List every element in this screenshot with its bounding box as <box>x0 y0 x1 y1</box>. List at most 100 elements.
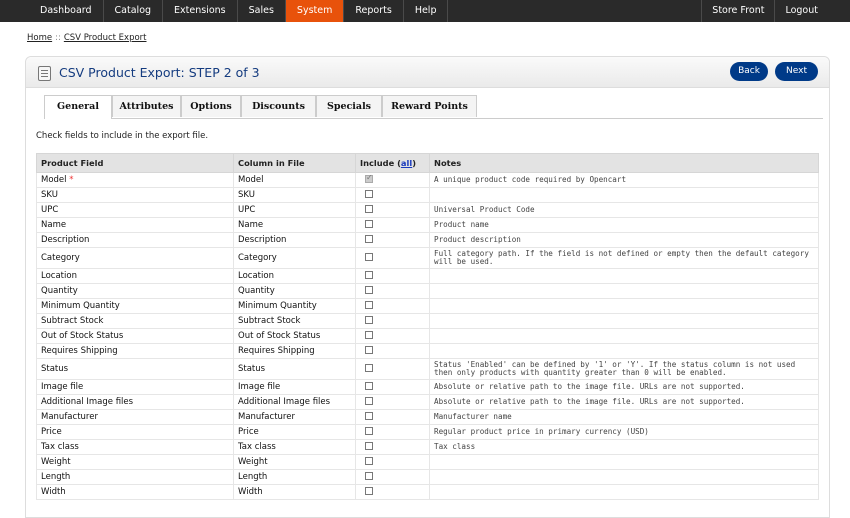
tab-options[interactable]: Options <box>181 95 241 117</box>
include-checkbox[interactable] <box>365 456 373 465</box>
tab-attributes[interactable]: Attributes <box>112 95 181 117</box>
column-in-file-cell: Requires Shipping <box>233 343 356 359</box>
notes-cell <box>429 328 819 344</box>
include-checkbox[interactable] <box>365 285 373 294</box>
breadcrumb-home[interactable]: Home <box>27 33 52 43</box>
product-field-name: Quantity <box>41 286 78 296</box>
nav-extensions[interactable]: Extensions <box>163 0 238 22</box>
table-row: Width Width <box>36 484 819 500</box>
nav-dashboard[interactable]: Dashboard <box>0 0 104 22</box>
include-checkbox[interactable] <box>365 330 373 339</box>
include-checkbox[interactable] <box>365 270 373 279</box>
include-checkbox[interactable] <box>365 219 373 228</box>
include-checkbox[interactable] <box>365 396 373 405</box>
logout-link[interactable]: Logout <box>774 0 828 22</box>
nav-catalog[interactable]: Catalog <box>104 0 164 22</box>
product-field-cell: Weight <box>36 454 234 470</box>
column-in-file-cell: Subtract Stock <box>233 313 356 329</box>
column-in-file-cell: Manufacturer <box>233 409 356 425</box>
include-cell <box>355 328 430 344</box>
include-checkbox[interactable] <box>365 381 373 390</box>
product-field-name: Manufacturer <box>41 412 98 422</box>
back-button[interactable]: Back <box>730 62 768 81</box>
content-panel: CSV Product Export: STEP 2 of 3 Back Nex… <box>25 56 830 518</box>
table-row: Minimum Quantity Minimum Quantity <box>36 298 819 314</box>
tab-reward-points[interactable]: Reward Points <box>382 95 477 117</box>
product-field-cell: Category <box>36 247 234 269</box>
column-in-file-cell: UPC <box>233 202 356 218</box>
product-field-name: Additional Image files <box>41 397 134 407</box>
product-field-name: Name <box>41 220 67 230</box>
product-field-cell: Location <box>36 268 234 284</box>
include-cell <box>355 313 430 329</box>
notes-cell: Product name <box>429 217 819 233</box>
column-in-file-cell: Price <box>233 424 356 440</box>
product-field-name: Model <box>41 175 67 185</box>
column-in-file-cell: Width <box>233 484 356 500</box>
column-in-file-cell: Quantity <box>233 283 356 299</box>
breadcrumb-current[interactable]: CSV Product Export <box>64 33 147 43</box>
product-field-name: Out of Stock Status <box>41 331 124 341</box>
include-checkbox[interactable] <box>365 363 373 372</box>
header-column-in-file: Column in File <box>233 153 356 173</box>
include-checkbox[interactable] <box>365 252 373 261</box>
tab-general[interactable]: General <box>44 95 112 119</box>
product-field-name: Category <box>41 253 80 263</box>
table-row: Manufacturer Manufacturer Manufacturer nam… <box>36 409 819 425</box>
document-icon <box>38 66 51 81</box>
include-checkbox[interactable] <box>365 300 373 309</box>
table-row: UPC UPC Universal Product Code <box>36 202 819 218</box>
include-checkbox[interactable] <box>365 174 373 183</box>
include-cell <box>355 232 430 248</box>
nav-reports[interactable]: Reports <box>344 0 404 22</box>
include-checkbox[interactable] <box>365 411 373 420</box>
product-field-cell: Requires Shipping <box>36 343 234 359</box>
table-row: Out of Stock Status Out of Stock Status <box>36 328 819 344</box>
store-front-link[interactable]: Store Front <box>701 0 774 22</box>
column-in-file-cell: Out of Stock Status <box>233 328 356 344</box>
include-checkbox[interactable] <box>365 486 373 495</box>
include-checkbox[interactable] <box>365 234 373 243</box>
notes-cell: Tax class <box>429 439 819 455</box>
include-checkbox[interactable] <box>365 189 373 198</box>
nav-system[interactable]: System <box>285 0 345 22</box>
include-cell <box>355 298 430 314</box>
include-checkbox[interactable] <box>365 345 373 354</box>
instruction-text: Check fields to include in the export fi… <box>36 131 209 141</box>
table-row: Quantity Quantity <box>36 283 819 299</box>
product-field-cell: Minimum Quantity <box>36 298 234 314</box>
product-field-cell: SKU <box>36 187 234 203</box>
product-field-name: SKU <box>41 190 58 200</box>
notes-cell <box>429 283 819 299</box>
product-field-name: Subtract Stock <box>41 316 104 326</box>
tab-discounts[interactable]: Discounts <box>241 95 316 117</box>
select-all-link[interactable]: all <box>401 158 412 168</box>
notes-cell: Absolute or relative path to the image f… <box>429 394 819 410</box>
notes-cell: Full category path. If the field is not … <box>429 247 819 269</box>
include-checkbox[interactable] <box>365 426 373 435</box>
nav-help[interactable]: Help <box>404 0 449 22</box>
include-checkbox[interactable] <box>365 315 373 324</box>
product-field-cell: Description <box>36 232 234 248</box>
table-row: SKU SKU <box>36 187 819 203</box>
include-checkbox[interactable] <box>365 204 373 213</box>
tab-specials[interactable]: Specials <box>316 95 382 117</box>
product-field-cell: Length <box>36 469 234 485</box>
notes-cell: Manufacturer name <box>429 409 819 425</box>
tab-bar: General Attributes Options Discounts Spe… <box>44 95 823 119</box>
column-in-file-cell: Tax class <box>233 439 356 455</box>
product-field-cell: Model * <box>36 172 234 188</box>
include-cell <box>355 469 430 485</box>
notes-cell: Status 'Enabled' can be defined by '1' o… <box>429 358 819 380</box>
column-in-file-cell: Minimum Quantity <box>233 298 356 314</box>
column-in-file-cell: Additional Image files <box>233 394 356 410</box>
include-checkbox[interactable] <box>365 471 373 480</box>
next-button[interactable]: Next <box>775 62 818 81</box>
product-field-cell: Name <box>36 217 234 233</box>
table-row: Name Name Product name <box>36 217 819 233</box>
nav-sales[interactable]: Sales <box>238 0 286 22</box>
column-in-file-cell: Category <box>233 247 356 269</box>
include-checkbox[interactable] <box>365 441 373 450</box>
include-cell <box>355 409 430 425</box>
include-label: Include ( <box>360 158 401 168</box>
